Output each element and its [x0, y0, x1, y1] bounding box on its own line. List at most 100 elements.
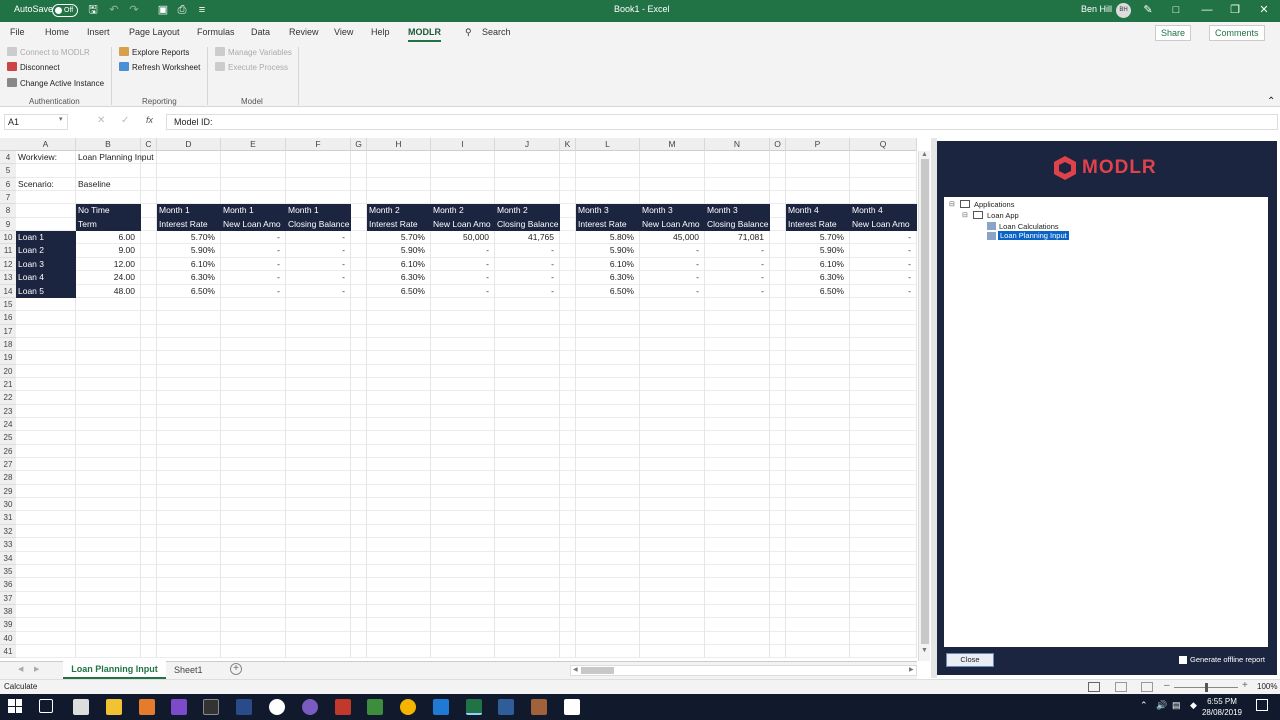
function-icon[interactable]: fx	[146, 115, 153, 125]
value-cell[interactable]: -	[705, 244, 770, 257]
loan-name-cell[interactable]: Loan 2	[16, 244, 76, 258]
print-icon[interactable]: ⎙	[176, 4, 188, 16]
month-header-cell[interactable]: Month 2	[431, 204, 495, 218]
row-header[interactable]: 25	[0, 431, 16, 445]
minimize-icon[interactable]: —	[1201, 4, 1213, 16]
row-header[interactable]: 31	[0, 511, 16, 525]
header-cell[interactable]: Term	[76, 217, 141, 232]
tree-node-loan-planning-input[interactable]: Loan Planning Input	[998, 231, 1069, 240]
tab-sheet1[interactable]: Sheet1	[174, 665, 203, 675]
workview-value[interactable]: Loan Planning Input	[76, 151, 156, 164]
value-cell[interactable]: 6.50%	[367, 285, 431, 298]
app-icon[interactable]	[269, 699, 285, 715]
value-cell[interactable]: -	[640, 285, 705, 298]
value-cell[interactable]: 45,000	[640, 231, 705, 244]
row-header[interactable]: 8	[0, 204, 16, 218]
value-cell[interactable]: -	[640, 258, 705, 271]
row-header[interactable]: 40	[0, 631, 16, 645]
measure-header-cell[interactable]: New Loan Amo	[221, 217, 286, 232]
app-icon[interactable]	[498, 699, 514, 715]
value-cell[interactable]: 5.90%	[157, 244, 221, 257]
tab-review[interactable]: Review	[289, 27, 319, 37]
value-cell[interactable]: 5.80%	[576, 231, 640, 244]
value-cell[interactable]: -	[850, 271, 917, 284]
cancel-icon[interactable]: ✕	[97, 115, 105, 126]
row-header[interactable]: 36	[0, 578, 16, 592]
zoom-in-icon[interactable]: +	[1242, 680, 1248, 691]
value-cell[interactable]: 5.70%	[786, 231, 850, 244]
value-cell[interactable]: 6.50%	[157, 285, 221, 298]
pen-icon[interactable]: ✎	[1142, 4, 1154, 16]
value-cell[interactable]: -	[221, 271, 286, 284]
clock-date[interactable]: 28/08/2019	[1200, 708, 1244, 717]
column-header-p[interactable]: P	[786, 138, 850, 151]
row-header[interactable]: 16	[0, 311, 16, 325]
windows-start-icon[interactable]	[8, 699, 22, 713]
notepad-icon[interactable]	[367, 699, 383, 715]
redo-icon[interactable]: ↷	[128, 4, 140, 16]
vertical-scrollbar[interactable]: ▲ ▼	[918, 151, 930, 661]
value-cell[interactable]: -	[495, 244, 560, 257]
loan-name-cell[interactable]: Loan 3	[16, 257, 76, 272]
column-header-j[interactable]: J	[495, 138, 560, 151]
measure-header-cell[interactable]: Interest Rate	[576, 217, 640, 232]
add-sheet-button[interactable]: +	[230, 663, 242, 675]
row-header[interactable]: 18	[0, 337, 16, 352]
filezilla-icon[interactable]	[335, 699, 351, 715]
row-header[interactable]: 35	[0, 564, 16, 579]
scenario-value[interactable]: Baseline	[76, 178, 113, 191]
workview-label[interactable]: Workview:	[16, 151, 59, 164]
row-header[interactable]: 10	[0, 231, 16, 245]
column-header-b[interactable]: B	[76, 138, 141, 151]
tab-view[interactable]: View	[334, 27, 353, 37]
value-cell[interactable]: -	[495, 271, 560, 284]
enter-icon[interactable]: ✓	[121, 115, 129, 126]
visual-studio-icon[interactable]	[171, 699, 187, 715]
name-box-dropdown-icon[interactable]: ▾	[59, 115, 63, 123]
notifications-icon[interactable]	[1256, 699, 1268, 711]
loan-name-cell[interactable]: Loan 1	[16, 231, 76, 245]
execute-process-button[interactable]: Execute Process	[215, 62, 288, 72]
vertical-scroll-thumb[interactable]	[921, 159, 929, 644]
measure-header-cell[interactable]: Closing Balance	[286, 217, 351, 232]
row-header[interactable]: 23	[0, 404, 16, 419]
value-cell[interactable]: -	[640, 244, 705, 257]
tray-chevron-icon[interactable]: ⌃	[1140, 700, 1148, 711]
value-cell[interactable]: 6.10%	[786, 258, 850, 271]
scroll-right-icon[interactable]: ▶	[909, 666, 914, 673]
avatar[interactable]: BH	[1116, 3, 1131, 18]
value-cell[interactable]: 5.70%	[157, 231, 221, 244]
page-layout-view-icon[interactable]	[1115, 682, 1127, 692]
column-header-m[interactable]: M	[640, 138, 705, 151]
term-cell[interactable]: 48.00	[76, 285, 141, 298]
value-cell[interactable]: -	[850, 244, 917, 257]
measure-header-cell[interactable]: Interest Rate	[157, 217, 221, 232]
value-cell[interactable]: -	[495, 285, 560, 298]
autosave-toggle[interactable]: Off	[52, 4, 78, 17]
value-cell[interactable]: -	[431, 258, 495, 271]
row-header[interactable]: 19	[0, 351, 16, 365]
column-header-c[interactable]: C	[141, 138, 157, 151]
value-cell[interactable]: -	[431, 285, 495, 298]
row-header[interactable]: 27	[0, 458, 16, 472]
value-cell[interactable]: 6.50%	[786, 285, 850, 298]
scenario-label[interactable]: Scenario:	[16, 178, 56, 191]
zoom-level[interactable]: 100%	[1257, 682, 1277, 691]
row-header[interactable]: 38	[0, 604, 16, 619]
row-header[interactable]: 28	[0, 471, 16, 485]
new-file-icon[interactable]: ▣	[157, 4, 169, 16]
value-cell[interactable]: 6.10%	[367, 258, 431, 271]
page-break-view-icon[interactable]	[1141, 682, 1153, 692]
row-header[interactable]: 30	[0, 498, 16, 512]
value-cell[interactable]: 5.90%	[786, 244, 850, 257]
chrome-icon[interactable]	[400, 699, 416, 715]
row-header[interactable]: 15	[0, 297, 16, 312]
tab-help[interactable]: Help	[371, 27, 390, 37]
restore-icon[interactable]: ❐	[1229, 4, 1241, 16]
row-header[interactable]: 29	[0, 484, 16, 499]
save-icon[interactable]: 🖫	[87, 4, 99, 16]
value-cell[interactable]: -	[705, 285, 770, 298]
file-explorer-icon[interactable]	[106, 699, 122, 715]
calculator-icon[interactable]	[73, 699, 89, 715]
manage-variables-button[interactable]: Manage Variables	[215, 47, 292, 57]
